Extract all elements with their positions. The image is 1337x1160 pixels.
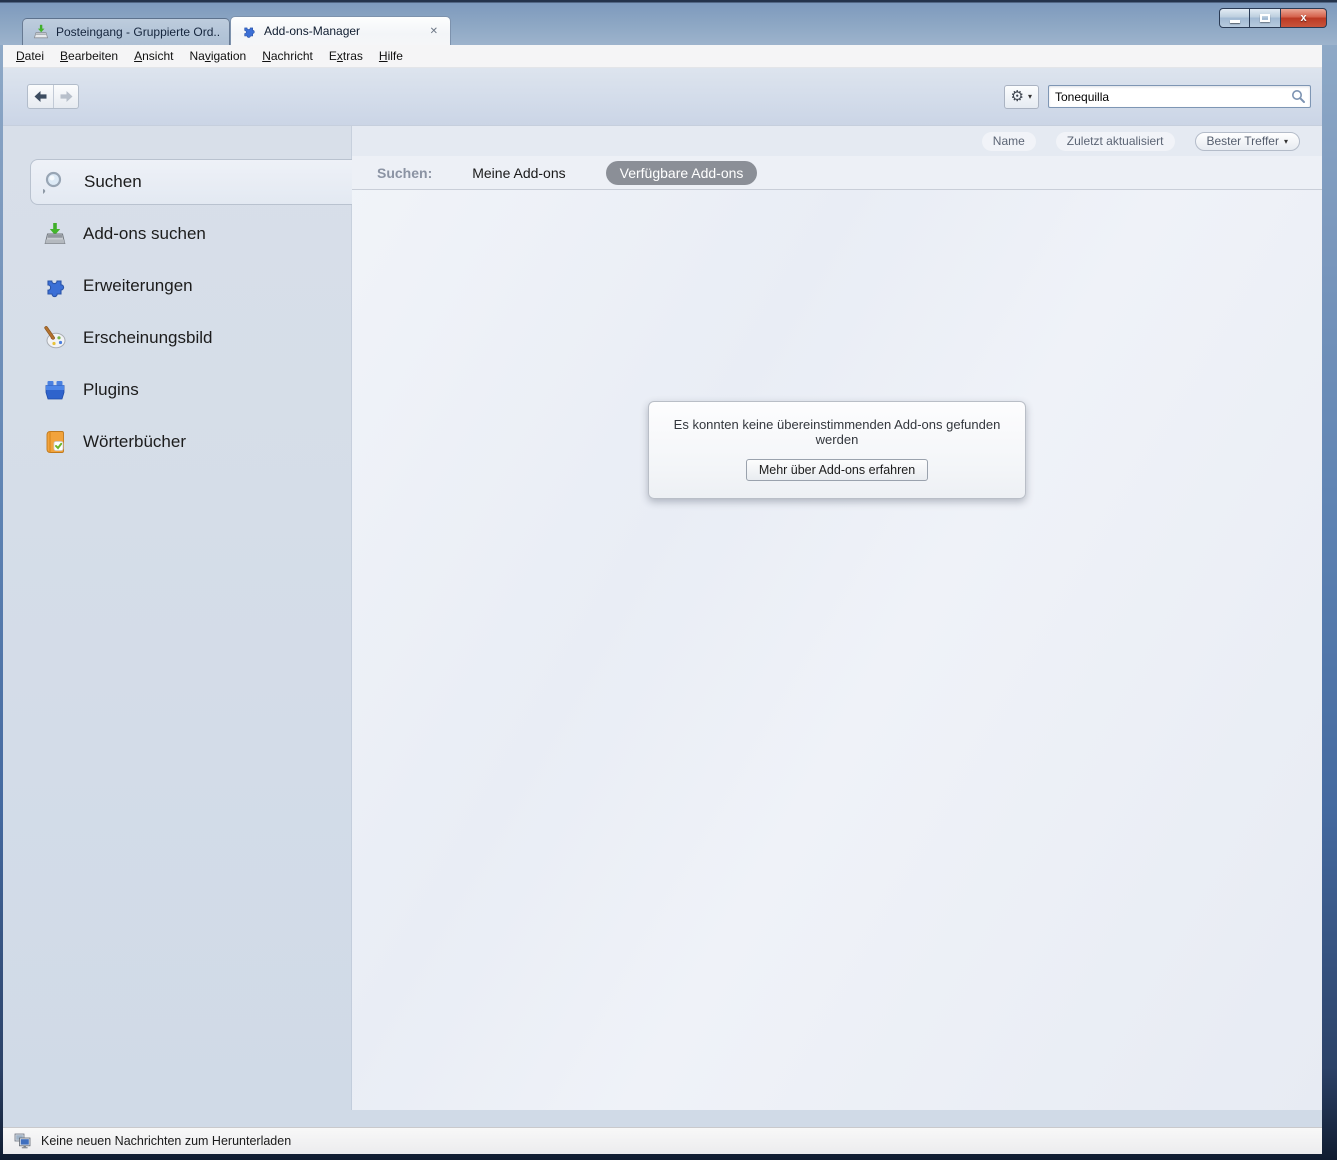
menubar: Datei Bearbeiten Ansicht Navigation Nach… (3, 45, 1322, 68)
search-input[interactable] (1048, 85, 1311, 108)
minimize-icon (1229, 19, 1240, 23)
sidebar-item-label: Plugins (83, 380, 139, 399)
sidebar: Suchen Add-ons suchen Erweiterungen Ersc… (3, 126, 352, 1127)
gear-icon: ⚙ (1010, 88, 1024, 105)
sidebar-item-woerterbuecher[interactable]: Wörterbücher (30, 419, 352, 465)
nav-button-group (27, 84, 79, 109)
learn-more-button[interactable]: Mehr über Add-ons erfahren (745, 459, 929, 481)
sort-button-label: Zuletzt aktualisiert (1066, 134, 1164, 148)
tab-title: Add-ons-Manager (264, 24, 361, 38)
window-body: Datei Bearbeiten Ansicht Navigation Nach… (3, 45, 1322, 1127)
sidebar-item-plugins[interactable]: Plugins (30, 367, 352, 413)
menu-navigation[interactable]: Navigation (181, 46, 254, 66)
puzzle-icon (244, 27, 255, 38)
sidebar-item-suchen[interactable]: Suchen (30, 159, 352, 205)
no-results-message: Es konnten keine übereinstimmenden Add-o… (673, 417, 1001, 447)
minimize-button[interactable] (1219, 8, 1250, 28)
close-icon: x (1300, 12, 1307, 24)
sort-bar: Name Zuletzt aktualisiert Bester Treffer… (352, 126, 1322, 156)
tools-menu-button[interactable]: ⚙ ▾ (1003, 84, 1039, 109)
addons-page: Suchen Add-ons suchen Erweiterungen Ersc… (3, 126, 1322, 1127)
network-monitors-icon (14, 1133, 31, 1149)
statusbar: Keine neuen Nachrichten zum Herunterlade… (3, 1127, 1322, 1154)
puzzle-icon (47, 280, 65, 298)
search-filter-bar: Suchen: Meine Add-ons Verfügbare Add-ons (352, 156, 1322, 190)
sidebar-item-erscheinungsbild[interactable]: Erscheinungsbild (30, 315, 352, 361)
tab-posteingang[interactable]: Posteingang - Gruppierte Ord... (22, 18, 230, 45)
no-results-popup: Es konnten keine übereinstimmenden Add-o… (648, 401, 1026, 499)
chevron-down-icon: ▾ (1027, 92, 1032, 101)
menu-hilfe[interactable]: Hilfe (371, 46, 411, 66)
magnifier-icon[interactable] (1291, 89, 1306, 104)
inbox-icon (33, 24, 49, 39)
close-button[interactable]: x (1281, 8, 1327, 28)
sort-button-label: Bester Treffer (1206, 134, 1279, 148)
brick-icon (45, 381, 65, 400)
menu-datei[interactable]: Datei (8, 46, 52, 66)
titlebar: Posteingang - Gruppierte Ord... Add-ons-… (0, 0, 1337, 45)
maximize-button[interactable] (1250, 8, 1281, 28)
menu-nachricht[interactable]: Nachricht (254, 46, 321, 66)
filter-label: Suchen: (377, 164, 433, 181)
sidebar-item-label: Erscheinungsbild (83, 328, 213, 347)
results-area: Es konnten keine übereinstimmenden Add-o… (352, 190, 1322, 1110)
addon-search (1048, 85, 1311, 108)
arrow-right-icon (60, 91, 72, 102)
sidebar-item-label: Suchen (84, 172, 142, 191)
chevron-down-icon: ▾ (1283, 136, 1288, 146)
palette-icon (44, 326, 66, 349)
window-controls: x (1219, 8, 1327, 28)
sort-relevance-button[interactable]: Bester Treffer ▾ (1194, 131, 1300, 151)
sidebar-item-label: Wörterbücher (83, 432, 186, 451)
sidebar-item-label: Add-ons suchen (83, 224, 206, 243)
search-icon (43, 171, 62, 195)
dictionary-book-icon (46, 431, 64, 453)
menu-ansicht[interactable]: Ansicht (126, 46, 181, 66)
menu-bearbeiten[interactable]: Bearbeiten (52, 46, 126, 66)
sidebar-item-erweiterungen[interactable]: Erweiterungen (30, 263, 352, 309)
status-text: Keine neuen Nachrichten zum Herunterlade… (41, 1134, 292, 1148)
maximize-icon (1260, 14, 1270, 22)
filter-my-addons[interactable]: Meine Add-ons (458, 161, 579, 185)
tab-addons-manager[interactable]: Add-ons-Manager ✕ (230, 16, 451, 45)
tab-close-icon[interactable]: ✕ (428, 26, 440, 37)
forward-button[interactable] (53, 85, 78, 108)
back-button[interactable] (28, 85, 53, 108)
sidebar-item-label: Erweiterungen (83, 276, 193, 295)
sort-button-label: Name (992, 134, 1025, 148)
filter-available-addons[interactable]: Verfügbare Add-ons (605, 160, 758, 185)
sidebar-item-addons-suchen[interactable]: Add-ons suchen (30, 211, 352, 257)
sort-name-button[interactable]: Name (981, 131, 1036, 151)
download-tray-icon (44, 223, 66, 244)
content-panel: Name Zuletzt aktualisiert Bester Treffer… (352, 126, 1322, 1110)
tab-title: Posteingang - Gruppierte Ord... (56, 25, 219, 39)
sort-date-button[interactable]: Zuletzt aktualisiert (1055, 131, 1175, 151)
window-frame: Posteingang - Gruppierte Ord... Add-ons-… (0, 0, 1337, 1160)
toolbar: ⚙ ▾ (3, 68, 1322, 126)
menu-extras[interactable]: Extras (321, 46, 371, 66)
arrow-left-icon (34, 91, 47, 102)
